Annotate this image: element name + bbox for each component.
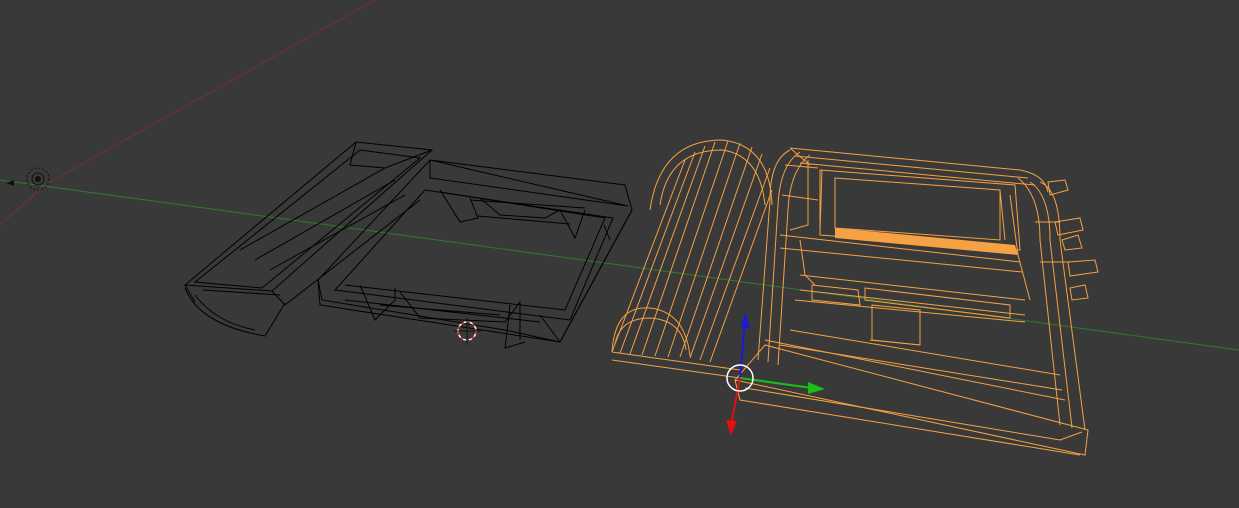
unselected-mesh[interactable]: [183, 141, 633, 349]
3d-viewport[interactable]: [0, 0, 1239, 508]
x-axis-line: [44, 0, 376, 186]
transform-gizmo-icon[interactable]: [726, 312, 825, 436]
x-axis-line-lower: [0, 184, 46, 226]
